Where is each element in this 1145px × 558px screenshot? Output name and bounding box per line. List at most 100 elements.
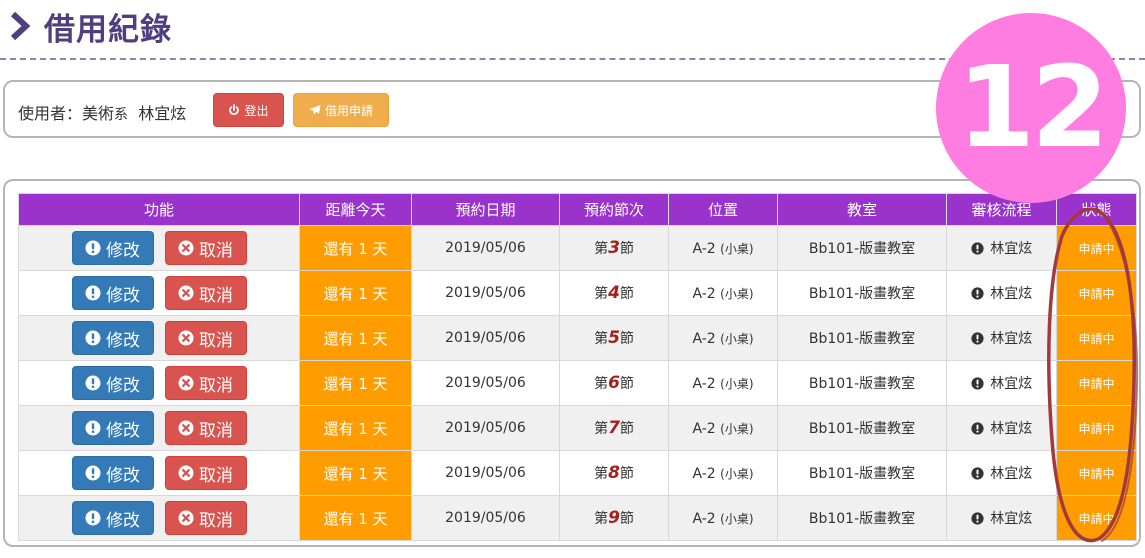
cancel-button[interactable]: 取消 — [164, 321, 247, 355]
seat-cell: A-2 (小桌) — [668, 360, 778, 406]
seat-type: (小桌) — [720, 511, 754, 526]
row-actions: 修改 取消 — [19, 276, 299, 310]
cancel-label: 取消 — [199, 510, 233, 531]
edit-button[interactable]: 修改 — [71, 276, 154, 310]
status-cell: 申請中 — [1056, 360, 1137, 406]
period-prefix: 第 — [594, 466, 609, 482]
cancel-button[interactable]: 取消 — [164, 366, 247, 400]
cancel-button[interactable]: 取消 — [164, 276, 247, 310]
edit-label: 修改 — [106, 240, 140, 261]
apply-button[interactable]: 借用申請 — [293, 93, 389, 127]
exclamation-circle-icon — [971, 512, 984, 525]
countdown-cell: 還有 1 天 — [299, 405, 412, 451]
exclamation-circle-icon — [971, 332, 984, 345]
table-row: 修改 取消 還有 1 天 2019/05/06 第7節 A-2 (小桌) Bb1… — [18, 405, 1137, 451]
review-cell: 林宜炫 — [946, 315, 1057, 361]
period-suffix: 節 — [619, 421, 634, 437]
countdown-cell: 還有 1 天 — [299, 495, 412, 541]
logout-label: 登出 — [244, 103, 269, 118]
actions-cell: 修改 取消 — [18, 225, 300, 271]
actions-cell: 修改 取消 — [18, 405, 300, 451]
edit-button[interactable]: 修改 — [71, 321, 154, 355]
period-cell: 第3節 — [559, 225, 669, 271]
seat-cell: A-2 (小桌) — [668, 405, 778, 451]
seat-code: A-2 — [692, 420, 716, 437]
seat-type: (小桌) — [720, 286, 754, 301]
status-cell: 申請中 — [1056, 315, 1137, 361]
exclamation-circle-icon — [85, 420, 101, 436]
edit-label: 修改 — [106, 420, 140, 441]
badge-number: 12 — [957, 43, 1109, 173]
edit-button[interactable]: 修改 — [71, 411, 154, 445]
date-cell: 2019/05/06 — [411, 270, 560, 316]
period-prefix: 第 — [594, 286, 609, 302]
cancel-label: 取消 — [199, 420, 233, 441]
reviewer-name: 林宜炫 — [990, 331, 1033, 347]
edit-label: 修改 — [106, 465, 140, 486]
edit-button[interactable]: 修改 — [71, 501, 154, 535]
room-cell: Bb101-版畫教室 — [777, 450, 947, 496]
times-circle-icon — [178, 510, 194, 526]
period-suffix: 節 — [619, 466, 634, 482]
times-circle-icon — [178, 285, 194, 301]
edit-button[interactable]: 修改 — [71, 456, 154, 490]
exclamation-circle-icon — [971, 422, 984, 435]
times-circle-icon — [178, 420, 194, 436]
actions-cell: 修改 取消 — [18, 360, 300, 406]
user-dept-label: 使用者：美術 — [18, 104, 115, 123]
exclamation-circle-icon — [85, 510, 101, 526]
review-cell: 林宜炫 — [946, 450, 1057, 496]
period-prefix: 第 — [594, 421, 609, 437]
countdown-cell: 還有 1 天 — [299, 360, 412, 406]
status-cell: 申請中 — [1056, 405, 1137, 451]
cancel-label: 取消 — [199, 375, 233, 396]
exclamation-circle-icon — [85, 375, 101, 391]
seat-cell: A-2 (小桌) — [668, 225, 778, 271]
room-cell: Bb101-版畫教室 — [777, 315, 947, 361]
edit-label: 修改 — [106, 510, 140, 531]
exclamation-circle-icon — [971, 377, 984, 390]
cancel-button[interactable]: 取消 — [164, 456, 247, 490]
edit-button[interactable]: 修改 — [71, 366, 154, 400]
cancel-label: 取消 — [199, 240, 233, 261]
row-actions: 修改 取消 — [19, 321, 299, 355]
seat-cell: A-2 (小桌) — [668, 315, 778, 361]
col-header-date: 預約日期 — [411, 193, 560, 226]
period-suffix: 節 — [619, 511, 634, 527]
edit-label: 修改 — [106, 285, 140, 306]
table-row: 修改 取消 還有 1 天 2019/05/06 第3節 A-2 (小桌) Bb1… — [18, 225, 1137, 271]
seat-code: A-2 — [692, 285, 716, 302]
col-header-room: 教室 — [777, 193, 947, 226]
table-row: 修改 取消 還有 1 天 2019/05/06 第8節 A-2 (小桌) Bb1… — [18, 450, 1137, 496]
col-header-actions: 功能 — [18, 193, 300, 226]
records-panel: 功能 距離今天 預約日期 預約節次 位置 教室 審核流程 狀態 修改 取消 還有… — [3, 179, 1141, 547]
status-cell: 申請中 — [1056, 450, 1137, 496]
seat-code: A-2 — [692, 375, 716, 392]
cancel-button[interactable]: 取消 — [164, 411, 247, 445]
period-prefix: 第 — [594, 511, 609, 527]
row-actions: 修改 取消 — [19, 501, 299, 535]
seat-type: (小桌) — [720, 241, 754, 256]
review-cell: 林宜炫 — [946, 225, 1057, 271]
room-cell: Bb101-版畫教室 — [777, 495, 947, 541]
seat-code: A-2 — [692, 465, 716, 482]
date-cell: 2019/05/06 — [411, 405, 560, 451]
edit-label: 修改 — [106, 330, 140, 351]
cancel-button[interactable]: 取消 — [164, 501, 247, 535]
period-prefix: 第 — [594, 376, 609, 392]
seat-type: (小桌) — [720, 331, 754, 346]
exclamation-circle-icon — [85, 240, 101, 256]
row-actions: 修改 取消 — [19, 231, 299, 265]
edit-button[interactable]: 修改 — [71, 231, 154, 265]
table-row: 修改 取消 還有 1 天 2019/05/06 第4節 A-2 (小桌) Bb1… — [18, 270, 1137, 316]
review-cell: 林宜炫 — [946, 405, 1057, 451]
cancel-button[interactable]: 取消 — [164, 231, 247, 265]
reviewer-name: 林宜炫 — [990, 511, 1033, 527]
period-number: 4 — [608, 283, 620, 303]
period-number: 5 — [608, 328, 620, 348]
reviewer-name: 林宜炫 — [990, 241, 1033, 257]
seat-cell: A-2 (小桌) — [668, 450, 778, 496]
cancel-label: 取消 — [199, 465, 233, 486]
period-suffix: 節 — [619, 331, 634, 347]
logout-button[interactable]: 登出 — [213, 93, 284, 127]
